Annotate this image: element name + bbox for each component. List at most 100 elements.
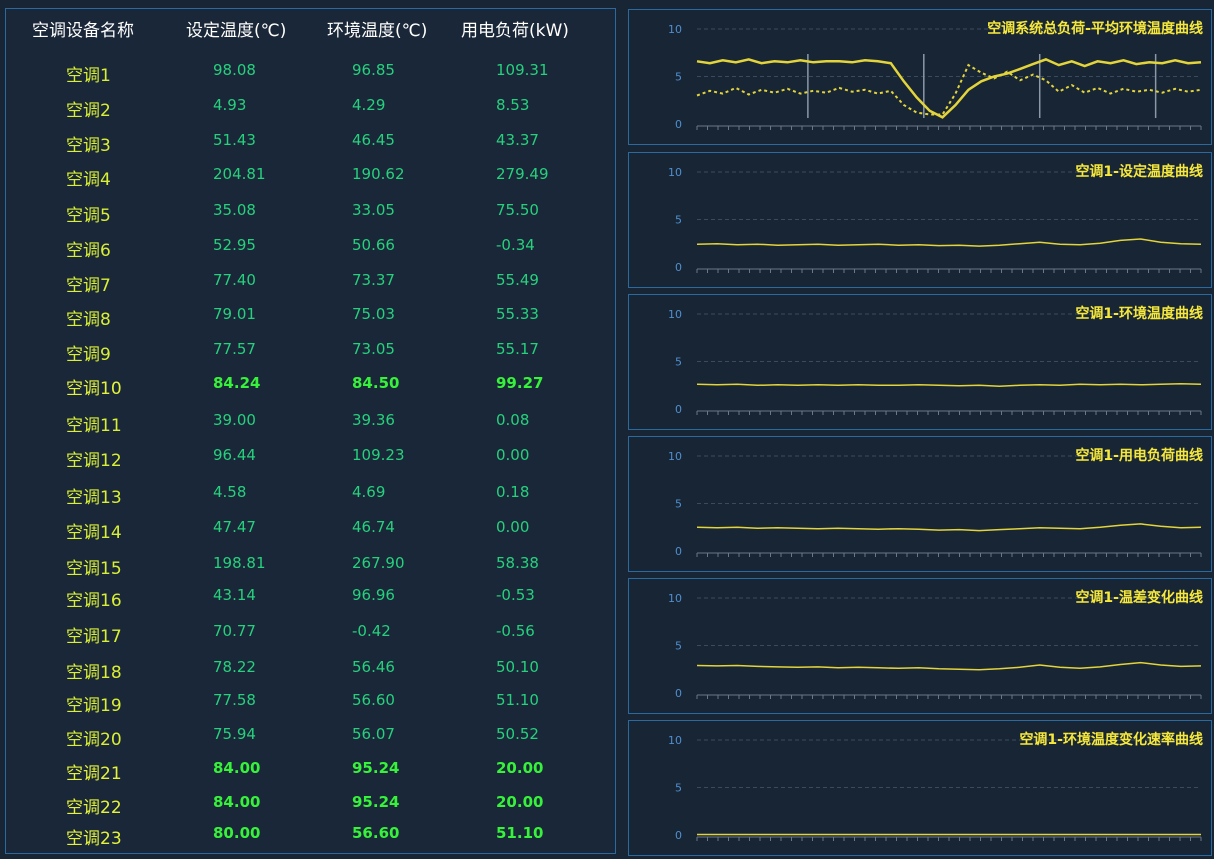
chart-ac1-5: 0 5 10 空调1-环境温度变化速率曲线	[628, 720, 1212, 856]
power-load-cell: 279.49	[496, 165, 549, 183]
device-name-cell: 空调4	[66, 170, 111, 190]
header-device-name: 空调设备名称	[32, 21, 134, 41]
device-name-cell: 空调13	[66, 488, 122, 508]
env-temp-cell: 39.36	[352, 411, 395, 429]
chart-total-load-avg-temp: 0 5 10 空调系统总负荷-平均环境温度曲线	[628, 9, 1212, 145]
y-tick-label: 0	[675, 829, 682, 842]
set-temp-cell: 77.58	[213, 691, 256, 709]
env-temp-cell: 96.96	[352, 586, 395, 604]
table-row: 空调14 47.47 46.74 0.00	[6, 518, 615, 548]
set-temp-cell: 79.01	[213, 305, 256, 323]
device-name-cell: 空调7	[66, 276, 111, 296]
env-temp-cell: 75.03	[352, 305, 395, 323]
env-temp-cell: 56.60	[352, 691, 395, 709]
table-row: 空调18 78.22 56.46 50.10	[6, 658, 615, 688]
set-temp-cell: 75.94	[213, 725, 256, 743]
table-row: 空调22 84.00 95.24 20.00	[6, 793, 615, 823]
table-row: 空调19 77.58 56.60 51.10	[6, 691, 615, 721]
set-temp-cell: 77.40	[213, 271, 256, 289]
power-load-cell: 51.10	[496, 824, 544, 842]
env-temp-cell: 56.07	[352, 725, 395, 743]
env-temp-cell: 73.05	[352, 340, 395, 358]
power-load-cell: 75.50	[496, 201, 539, 219]
device-name-cell: 空调12	[66, 451, 122, 471]
device-name-cell: 空调21	[66, 764, 122, 784]
env-temp-cell: 73.37	[352, 271, 395, 289]
power-load-cell: -0.34	[496, 236, 535, 254]
set-temp-cell: 98.08	[213, 61, 256, 79]
device-name-cell: 空调9	[66, 345, 111, 365]
device-name-cell: 空调6	[66, 241, 111, 261]
set-temp-cell: 84.24	[213, 374, 261, 392]
chart-ac1-3: 0 5 10 空调1-用电负荷曲线	[628, 436, 1212, 572]
power-load-cell: 0.00	[496, 446, 530, 464]
env-temp-cell: 190.62	[352, 165, 405, 183]
power-load-cell: 109.31	[496, 61, 549, 79]
y-tick-label: 0	[675, 545, 682, 558]
device-name-cell: 空调18	[66, 663, 122, 683]
table-row: 空调17 70.77 -0.42 -0.56	[6, 622, 615, 652]
power-load-cell: 50.52	[496, 725, 539, 743]
series-line-1	[696, 383, 1202, 387]
table-row: 空调23 80.00 56.60 51.10	[6, 824, 615, 854]
set-temp-cell: 4.58	[213, 483, 247, 501]
header-set-temp: 设定温度(℃)	[186, 21, 287, 41]
header-env-temp: 环境温度(℃)	[327, 21, 428, 41]
env-temp-cell: 50.66	[352, 236, 395, 254]
chart-ac1-2: 0 5 10 空调1-环境温度曲线	[628, 294, 1212, 430]
chart-title: 空调1-用电负荷曲线	[1075, 448, 1203, 464]
table-row: 空调13 4.58 4.69 0.18	[6, 483, 615, 513]
env-temp-cell: 56.60	[352, 824, 400, 842]
series-line-1	[696, 661, 1202, 671]
chart-title: 空调1-温差变化曲线	[1075, 590, 1203, 606]
y-tick-label: 10	[668, 166, 682, 179]
table-row: 空调5 35.08 33.05 75.50	[6, 201, 615, 231]
series-line-1	[696, 58, 1202, 119]
table-row: 空调3 51.43 46.45 43.37	[6, 131, 615, 161]
chart-title: 空调1-设定温度曲线	[1075, 164, 1203, 180]
device-name-cell: 空调1	[66, 66, 111, 86]
set-temp-cell: 84.00	[213, 759, 261, 777]
set-temp-cell: 39.00	[213, 411, 256, 429]
device-name-cell: 空调23	[66, 829, 122, 849]
table-row: 空调1 98.08 96.85 109.31	[6, 61, 615, 91]
device-name-cell: 空调3	[66, 136, 111, 156]
device-name-cell: 空调8	[66, 310, 111, 330]
env-temp-cell: 4.29	[352, 96, 386, 114]
power-load-cell: 58.38	[496, 554, 539, 572]
table-row: 空调20 75.94 56.07 50.52	[6, 725, 615, 755]
power-load-cell: -0.53	[496, 586, 535, 604]
device-name-cell: 空调10	[66, 379, 122, 399]
env-temp-cell: 46.45	[352, 131, 395, 149]
device-name-cell: 空调14	[66, 523, 122, 543]
power-load-cell: 55.17	[496, 340, 539, 358]
chart-title: 空调系统总负荷-平均环境温度曲线	[987, 21, 1203, 37]
power-load-cell: 43.37	[496, 131, 539, 149]
y-tick-label: 10	[668, 734, 682, 747]
table-row: 空调21 84.00 95.24 20.00	[6, 759, 615, 789]
y-tick-label: 5	[675, 640, 682, 653]
series-line-1	[696, 238, 1202, 247]
env-temp-cell: 95.24	[352, 793, 400, 811]
device-name-cell: 空调2	[66, 101, 111, 121]
power-load-cell: 55.49	[496, 271, 539, 289]
device-name-cell: 空调15	[66, 559, 122, 579]
power-load-cell: 50.10	[496, 658, 539, 676]
table-row: 空调11 39.00 39.36 0.08	[6, 411, 615, 441]
set-temp-cell: 84.00	[213, 793, 261, 811]
power-load-cell: 55.33	[496, 305, 539, 323]
header-power-load: 用电负荷(kW)	[461, 21, 569, 41]
set-temp-cell: 80.00	[213, 824, 261, 842]
table-row: 空调12 96.44 109.23 0.00	[6, 446, 615, 476]
y-tick-label: 10	[668, 592, 682, 605]
device-name-cell: 空调11	[66, 416, 122, 436]
table-row: 空调16 43.14 96.96 -0.53	[6, 586, 615, 616]
y-tick-label: 0	[675, 118, 682, 131]
table-row: 空调8 79.01 75.03 55.33	[6, 305, 615, 335]
env-temp-cell: 267.90	[352, 554, 405, 572]
power-load-cell: 20.00	[496, 759, 544, 777]
table-row: 空调4 204.81 190.62 279.49	[6, 165, 615, 195]
y-tick-label: 0	[675, 261, 682, 274]
set-temp-cell: 52.95	[213, 236, 256, 254]
series-line-1	[696, 523, 1202, 532]
